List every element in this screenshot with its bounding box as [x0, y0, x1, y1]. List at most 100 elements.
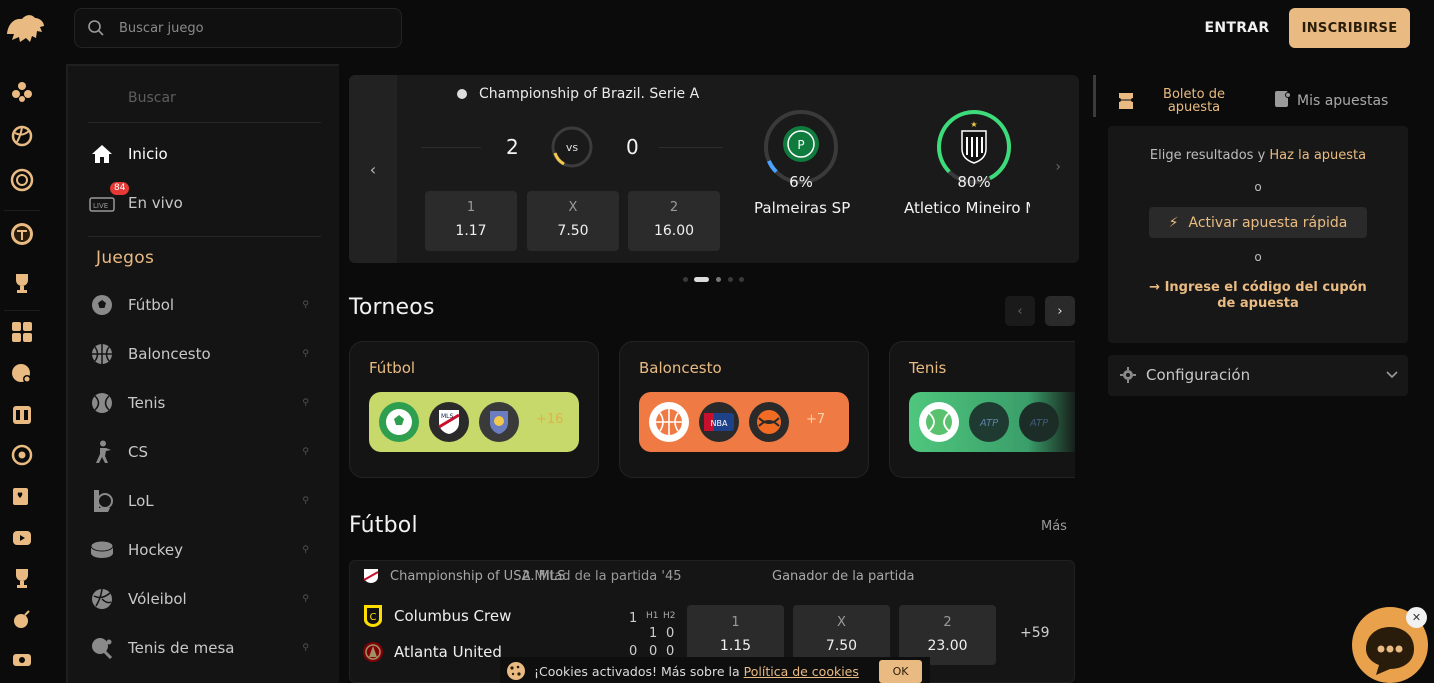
- soccer-ball-icon: [88, 291, 116, 319]
- slots-icon[interactable]: [10, 403, 34, 427]
- banner-league: Championship of Brazil. Serie A: [479, 86, 700, 102]
- soldier-icon: [88, 438, 116, 466]
- banner-next-button[interactable]: ›: [1055, 159, 1061, 175]
- lol-icon: [88, 487, 116, 515]
- sidebar-item-lol[interactable]: LoL ⚲: [88, 487, 321, 515]
- coupon-code-link[interactable]: → Ingrese el código del cupón de apuesta: [1138, 280, 1378, 312]
- tab-indicator: [1093, 75, 1096, 117]
- sidebar-item-inicio[interactable]: Inicio: [88, 140, 321, 168]
- odd-button-x[interactable]: X 7.50: [527, 191, 619, 251]
- match-odd-1[interactable]: 1 1.15: [687, 605, 784, 665]
- chevron-down-icon: [1386, 371, 1398, 379]
- home-team-name: Palmeiras SP: [754, 199, 851, 217]
- tournaments-next-button[interactable]: ›: [1045, 296, 1075, 326]
- volleyball-rail-icon[interactable]: [10, 124, 34, 148]
- sidebar-item-hockey[interactable]: Hockey ⚲: [88, 536, 321, 564]
- football-more-link[interactable]: Más: [1041, 519, 1067, 534]
- odd-button-1[interactable]: 1 1.17: [425, 191, 517, 251]
- tournaments-prev-button[interactable]: ‹: [1005, 296, 1035, 326]
- game-search-input[interactable]: Buscar juego: [74, 8, 402, 48]
- home-total-score: 1: [629, 611, 638, 626]
- casino-chips-icon[interactable]: [10, 80, 34, 104]
- tournament-pill[interactable]: ATP ATP: [909, 392, 1075, 452]
- pin-icon[interactable]: ⚲: [302, 643, 309, 653]
- euroleague-logo-icon: [749, 402, 789, 442]
- home-score: 2: [506, 135, 519, 159]
- tab-bet-slip[interactable]: Boleto de apuesta: [1106, 88, 1236, 116]
- cookie-text: ¡Cookies activados! Más sobre la: [534, 664, 744, 679]
- grid-icon[interactable]: [10, 320, 34, 344]
- place-bet-link[interactable]: Haz la apuesta: [1269, 148, 1366, 163]
- tournament-pill[interactable]: NBA +7: [639, 392, 849, 452]
- svg-text:NBA: NBA: [711, 419, 728, 428]
- tournament-t-icon[interactable]: [10, 222, 34, 246]
- odd-button-2[interactable]: 2 16.00: [628, 191, 720, 251]
- sidebar-item-baloncesto[interactable]: Baloncesto ⚲: [88, 340, 321, 368]
- sidebar-item-tenis-de-mesa[interactable]: Tenis de mesa ⚲: [88, 634, 321, 662]
- cookie-ok-button[interactable]: OK: [879, 660, 922, 683]
- sidebar-search[interactable]: Buscar: [128, 90, 176, 106]
- basketball-league-icon: [649, 402, 689, 442]
- tab-my-bets-label: Mis apuestas: [1297, 93, 1389, 109]
- ticket-icon: [1119, 93, 1133, 109]
- tournament-card-baloncesto[interactable]: Baloncesto NBA +7: [619, 341, 869, 478]
- away-team-name: Atletico Mineiro MG: [904, 199, 1030, 217]
- svg-text:★: ★: [970, 120, 977, 129]
- home-team: Columbus Crew: [394, 607, 512, 625]
- lion-logo-icon[interactable]: [4, 12, 48, 46]
- sidebar-item-tenis[interactable]: Tenis ⚲: [88, 389, 321, 417]
- featured-match-banner[interactable]: ‹ › Championship of Brazil. Serie A 2 vs…: [349, 75, 1079, 263]
- atlanta-united-icon: [363, 642, 383, 662]
- tournament-card-tenis[interactable]: Tenis ATP ATP: [889, 341, 1075, 478]
- tennis-league-icon: [919, 402, 959, 442]
- match-period: 2 Mitad de la partida '45: [522, 569, 682, 584]
- tournament-card-futbol[interactable]: Fútbol MLS +16: [349, 341, 599, 478]
- tv-games-icon[interactable]: [10, 525, 34, 549]
- live-casino-icon[interactable]: [10, 362, 34, 386]
- login-button[interactable]: ENTRAR: [1196, 8, 1278, 48]
- pin-icon[interactable]: ⚲: [302, 594, 309, 604]
- roulette-icon[interactable]: [10, 443, 34, 467]
- banner-prev-button[interactable]: ‹: [349, 75, 397, 263]
- tab-my-bets[interactable]: Mis apuestas: [1274, 90, 1388, 109]
- pin-icon[interactable]: ⚲: [302, 349, 309, 359]
- svg-text:P: P: [797, 138, 804, 152]
- settings-accordion[interactable]: Configuración: [1108, 355, 1408, 396]
- match-odd-2[interactable]: 2 23.00: [899, 605, 996, 665]
- volleyball-icon: [88, 585, 116, 613]
- cookie-banner: ¡Cookies activados! Más sobre la Polític…: [500, 657, 930, 683]
- quick-bet-button[interactable]: ⚡ Activar apuesta rápida: [1149, 207, 1367, 238]
- wheel-icon[interactable]: [10, 168, 34, 192]
- league-ball-icon: [457, 89, 467, 99]
- basketball-icon: [88, 340, 116, 368]
- sidebar-item-label: Hockey: [128, 541, 183, 559]
- gear-icon: [1120, 367, 1136, 383]
- sidebar-item-cs[interactable]: CS ⚲: [88, 438, 321, 466]
- my-bets-icon: [1275, 91, 1291, 107]
- or-separator: o: [1254, 180, 1262, 194]
- more-markets-count[interactable]: +59: [1020, 625, 1050, 641]
- pin-icon[interactable]: ⚲: [302, 398, 309, 408]
- cookie-policy-link[interactable]: Política de cookies: [744, 664, 859, 679]
- tournament-card-title: Fútbol: [369, 359, 416, 377]
- pin-icon[interactable]: ⚲: [302, 447, 309, 457]
- signup-button[interactable]: INSCRIBIRSE: [1289, 8, 1410, 48]
- pin-icon[interactable]: ⚲: [302, 545, 309, 555]
- sidebar-item-label: LoL: [128, 492, 154, 510]
- cards-icon[interactable]: [10, 484, 34, 508]
- away-team: Atlanta United: [394, 643, 502, 661]
- svg-text:LIVE: LIVE: [93, 202, 108, 210]
- match-odd-x[interactable]: X 7.50: [793, 605, 890, 665]
- promo-icon[interactable]: [10, 648, 34, 672]
- games-heading: Juegos: [96, 248, 155, 268]
- sidebar-item-voleibol[interactable]: Vóleibol ⚲: [88, 585, 321, 613]
- sidebar-item-futbol[interactable]: Fútbol ⚲: [88, 291, 321, 319]
- close-chat-icon[interactable]: ✕: [1406, 607, 1427, 628]
- trophy-rail-icon[interactable]: [10, 566, 34, 590]
- svg-text:C: C: [370, 612, 377, 623]
- pin-icon[interactable]: ⚲: [302, 496, 309, 506]
- tournament-pill[interactable]: MLS +16: [369, 392, 579, 452]
- bomb-icon[interactable]: [10, 607, 34, 631]
- pin-icon[interactable]: ⚲: [302, 300, 309, 310]
- trophy-icon[interactable]: [10, 271, 34, 295]
